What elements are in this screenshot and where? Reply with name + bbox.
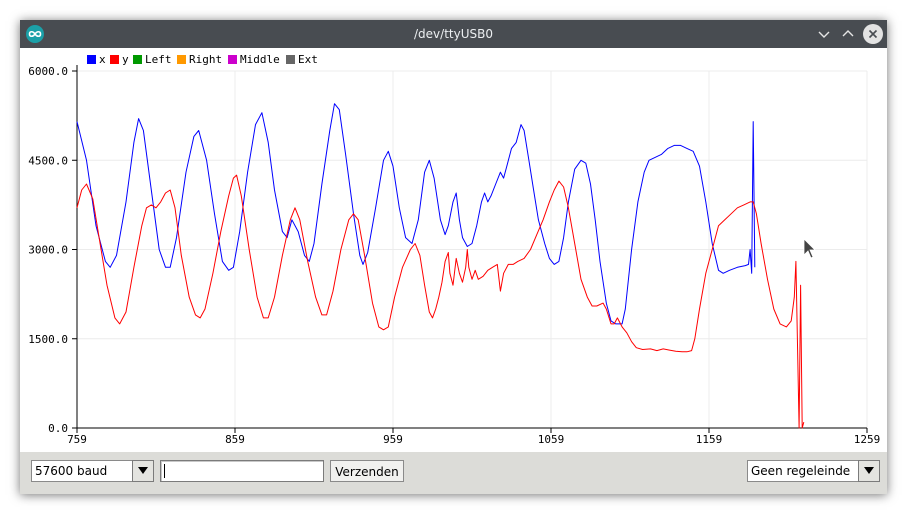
y-tick-label-3: 4500.0 (28, 154, 68, 167)
line-ending-dropdown-button[interactable] (858, 460, 880, 482)
baud-rate-value[interactable]: 57600 baud (31, 460, 134, 482)
baud-dropdown-button[interactable] (132, 460, 154, 482)
title-bar: /dev/ttyUSB0 (20, 20, 887, 48)
line-ending-select[interactable]: Geen regeleinde (747, 460, 881, 482)
legend-swatch-ext (286, 55, 295, 64)
legend-label-middle: Middle (240, 53, 280, 66)
legend-swatch-left (133, 55, 142, 64)
legend-label-y: y (122, 53, 129, 66)
x-tick-label-2: 959 (383, 433, 403, 446)
text-caret (164, 464, 165, 478)
send-button[interactable]: Verzenden (330, 460, 404, 482)
legend-label-left: Left (145, 53, 172, 66)
x-tick-label-0: 759 (67, 433, 87, 446)
chevron-down-icon (818, 31, 830, 38)
close-button[interactable] (863, 24, 883, 44)
window-title: /dev/ttyUSB0 (414, 27, 493, 41)
series-line-x (76, 103, 756, 325)
plot-area: 0.0 1500.0 3000.0 4500.0 6000.0 759 859 959 1059… (20, 48, 887, 452)
baud-rate-select[interactable]: 57600 baud (31, 460, 154, 482)
send-input[interactable] (160, 460, 324, 482)
legend-label-x: x (99, 53, 106, 66)
x-tick-label-1: 859 (225, 433, 245, 446)
legend-swatch-right (177, 55, 186, 64)
minimize-button[interactable] (814, 24, 834, 44)
legend-swatch-x (87, 55, 96, 64)
chevron-up-icon (842, 30, 854, 37)
legend-swatch-y (110, 55, 119, 64)
legend-label-right: Right (189, 53, 222, 66)
close-icon (868, 29, 878, 39)
y-tick-label-1: 1500.0 (28, 333, 68, 346)
serial-plotter-window: /dev/ttyUSB0 0.0 1500.0 3000.0 4500.0 6000.0… (20, 20, 887, 494)
legend-label-ext: Ext (298, 53, 318, 66)
y-tick-label-4: 6000.0 (28, 65, 68, 78)
bottom-controls: 57600 baud Verzenden Geen regeleinde (20, 452, 887, 494)
line-ending-value[interactable]: Geen regeleinde (747, 460, 860, 482)
x-tick-label-5: 1259 (854, 433, 881, 446)
triangle-down-icon (138, 467, 148, 474)
x-tick-label-3: 1059 (538, 433, 565, 446)
triangle-down-icon (864, 467, 874, 474)
series-line-y (76, 174, 805, 429)
mouse-pointer-icon (803, 238, 816, 259)
y-tick-label-2: 3000.0 (28, 244, 68, 257)
x-tick-label-4: 1159 (696, 433, 723, 446)
y-tick-label-0: 0.0 (48, 422, 68, 435)
maximize-button[interactable] (838, 24, 858, 44)
serial-plot-chart: 0.0 1500.0 3000.0 4500.0 6000.0 759 859 959 1059… (28, 53, 881, 446)
legend-swatch-middle (228, 55, 237, 64)
